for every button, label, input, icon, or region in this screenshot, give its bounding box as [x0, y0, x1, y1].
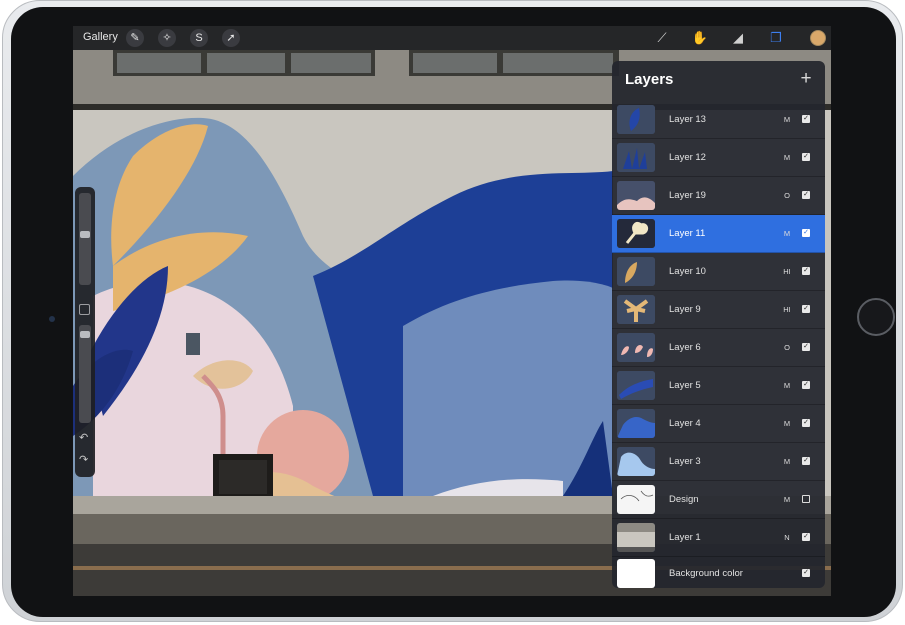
smudge-icon[interactable]: ✋	[691, 29, 709, 47]
visibility-checkbox[interactable]: ✓	[802, 115, 810, 123]
layer-thumbnail[interactable]	[617, 523, 655, 552]
visibility-checkbox[interactable]: ✓	[802, 569, 810, 577]
visibility-checkbox[interactable]: ✓	[802, 343, 810, 351]
layers-title: Layers	[625, 71, 674, 88]
actions-wrench-icon[interactable]: ✎	[126, 29, 144, 47]
blend-mode-button[interactable]: M	[782, 457, 792, 466]
blend-mode-button[interactable]: M	[782, 153, 792, 162]
transform-arrow-icon[interactable]: ➚	[222, 29, 240, 47]
layer-thumbnail[interactable]	[617, 371, 655, 400]
blend-mode-button[interactable]: O	[782, 343, 792, 352]
layer-name: Design	[669, 494, 699, 505]
blend-mode-button[interactable]: M	[782, 229, 792, 238]
adjustments-wand-icon[interactable]: ✧	[158, 29, 176, 47]
blend-mode-button[interactable]: HI	[782, 305, 792, 314]
layer-thumbnail[interactable]	[617, 295, 655, 324]
modify-button[interactable]	[79, 304, 90, 315]
background-color-swatch[interactable]	[617, 559, 655, 588]
layer-row[interactable]: Layer 6 O ✓	[612, 329, 825, 367]
visibility-checkbox[interactable]	[802, 495, 810, 503]
layer-name: Layer 13	[669, 114, 706, 125]
layer-name: Layer 10	[669, 266, 706, 277]
eraser-icon[interactable]: ◢	[729, 29, 747, 47]
front-camera	[49, 316, 55, 322]
layer-name: Layer 12	[669, 152, 706, 163]
layer-row[interactable]: Layer 10 HI ✓	[612, 253, 825, 291]
color-swatch-icon[interactable]	[810, 30, 826, 46]
blend-mode-button[interactable]: M	[782, 495, 792, 504]
layer-name: Layer 4	[669, 418, 701, 429]
visibility-checkbox[interactable]: ✓	[802, 191, 810, 199]
brush-opacity-slider[interactable]	[79, 325, 91, 423]
layer-row[interactable]: Design M	[612, 481, 825, 519]
add-layer-button[interactable]: +	[798, 68, 814, 90]
layer-row[interactable]: Layer 19 O ✓	[612, 177, 825, 215]
layer-name: Layer 11	[669, 228, 706, 239]
layer-name: Background color	[669, 568, 743, 579]
layers-icon[interactable]: ❐	[767, 29, 785, 47]
visibility-checkbox[interactable]: ✓	[802, 305, 810, 313]
visibility-checkbox[interactable]: ✓	[802, 153, 810, 161]
layer-name: Layer 19	[669, 190, 706, 201]
layer-list: Layer 13 M ✓ Layer 12 M ✓ Layer 19 O ✓ Layer 11 M ✓…	[612, 101, 825, 588]
blend-mode-button[interactable]: M	[782, 381, 792, 390]
brush-size-handle[interactable]	[80, 231, 90, 238]
visibility-checkbox[interactable]: ✓	[802, 533, 810, 541]
layer-name: Layer 3	[669, 456, 701, 467]
undo-icon[interactable]: ↶	[79, 431, 88, 444]
brush-sidebar: ↶ ↷	[75, 187, 95, 477]
layer-thumbnail[interactable]	[617, 143, 655, 172]
layer-row[interactable]: Layer 3 M ✓	[612, 443, 825, 481]
brush-opacity-handle[interactable]	[80, 331, 90, 338]
brush-icon[interactable]: ⟋	[653, 29, 671, 47]
layer-thumbnail[interactable]	[617, 485, 655, 514]
blend-mode-button[interactable]: M	[782, 419, 792, 428]
layer-row[interactable]: Layer 13 M ✓	[612, 101, 825, 139]
brush-size-slider[interactable]	[79, 193, 91, 285]
visibility-checkbox[interactable]: ✓	[802, 267, 810, 275]
layer-thumbnail[interactable]	[617, 105, 655, 134]
selection-icon[interactable]: S	[190, 29, 208, 47]
layer-row[interactable]: Layer 12 M ✓	[612, 139, 825, 177]
layer-name: Layer 9	[669, 304, 701, 315]
blend-mode-button[interactable]: M	[782, 115, 792, 124]
layer-thumbnail[interactable]	[617, 333, 655, 362]
layer-name: Layer 1	[669, 532, 701, 543]
visibility-checkbox[interactable]: ✓	[802, 457, 810, 465]
layer-thumbnail[interactable]	[617, 181, 655, 210]
home-button[interactable]	[857, 298, 895, 336]
layer-row[interactable]: Layer 1 N ✓	[612, 519, 825, 557]
layer-thumbnail[interactable]	[617, 257, 655, 286]
layer-thumbnail[interactable]	[617, 447, 655, 476]
layer-row[interactable]: Layer 5 M ✓	[612, 367, 825, 405]
redo-icon[interactable]: ↷	[79, 453, 88, 466]
background-color-row[interactable]: Background color ✓	[612, 557, 825, 588]
layer-thumbnail[interactable]	[617, 219, 655, 248]
layer-thumbnail[interactable]	[617, 409, 655, 438]
blend-mode-button[interactable]: N	[782, 533, 792, 542]
gallery-button[interactable]: Gallery	[83, 31, 118, 43]
layer-row[interactable]: Layer 4 M ✓	[612, 405, 825, 443]
blend-mode-button[interactable]: O	[782, 191, 792, 200]
layers-panel: Layers + Layer 13 M ✓ Layer 12 M ✓ Layer 19 O ✓ L…	[612, 61, 825, 588]
visibility-checkbox[interactable]: ✓	[802, 229, 810, 237]
procreate-screen: Gallery ✎ ✧ S ➚ ⟋ ✋ ◢ ❐ ↶ ↷ Layers + Layer 13 M…	[73, 26, 831, 596]
layer-row[interactable]: Layer 9 HI ✓	[612, 291, 825, 329]
layer-row[interactable]: Layer 11 M ✓	[612, 215, 825, 253]
blend-mode-button[interactable]: HI	[782, 267, 792, 276]
layer-name: Layer 6	[669, 342, 701, 353]
visibility-checkbox[interactable]: ✓	[802, 381, 810, 389]
visibility-checkbox[interactable]: ✓	[802, 419, 810, 427]
top-toolbar: Gallery ✎ ✧ S ➚ ⟋ ✋ ◢ ❐	[73, 26, 831, 50]
layer-name: Layer 5	[669, 380, 701, 391]
